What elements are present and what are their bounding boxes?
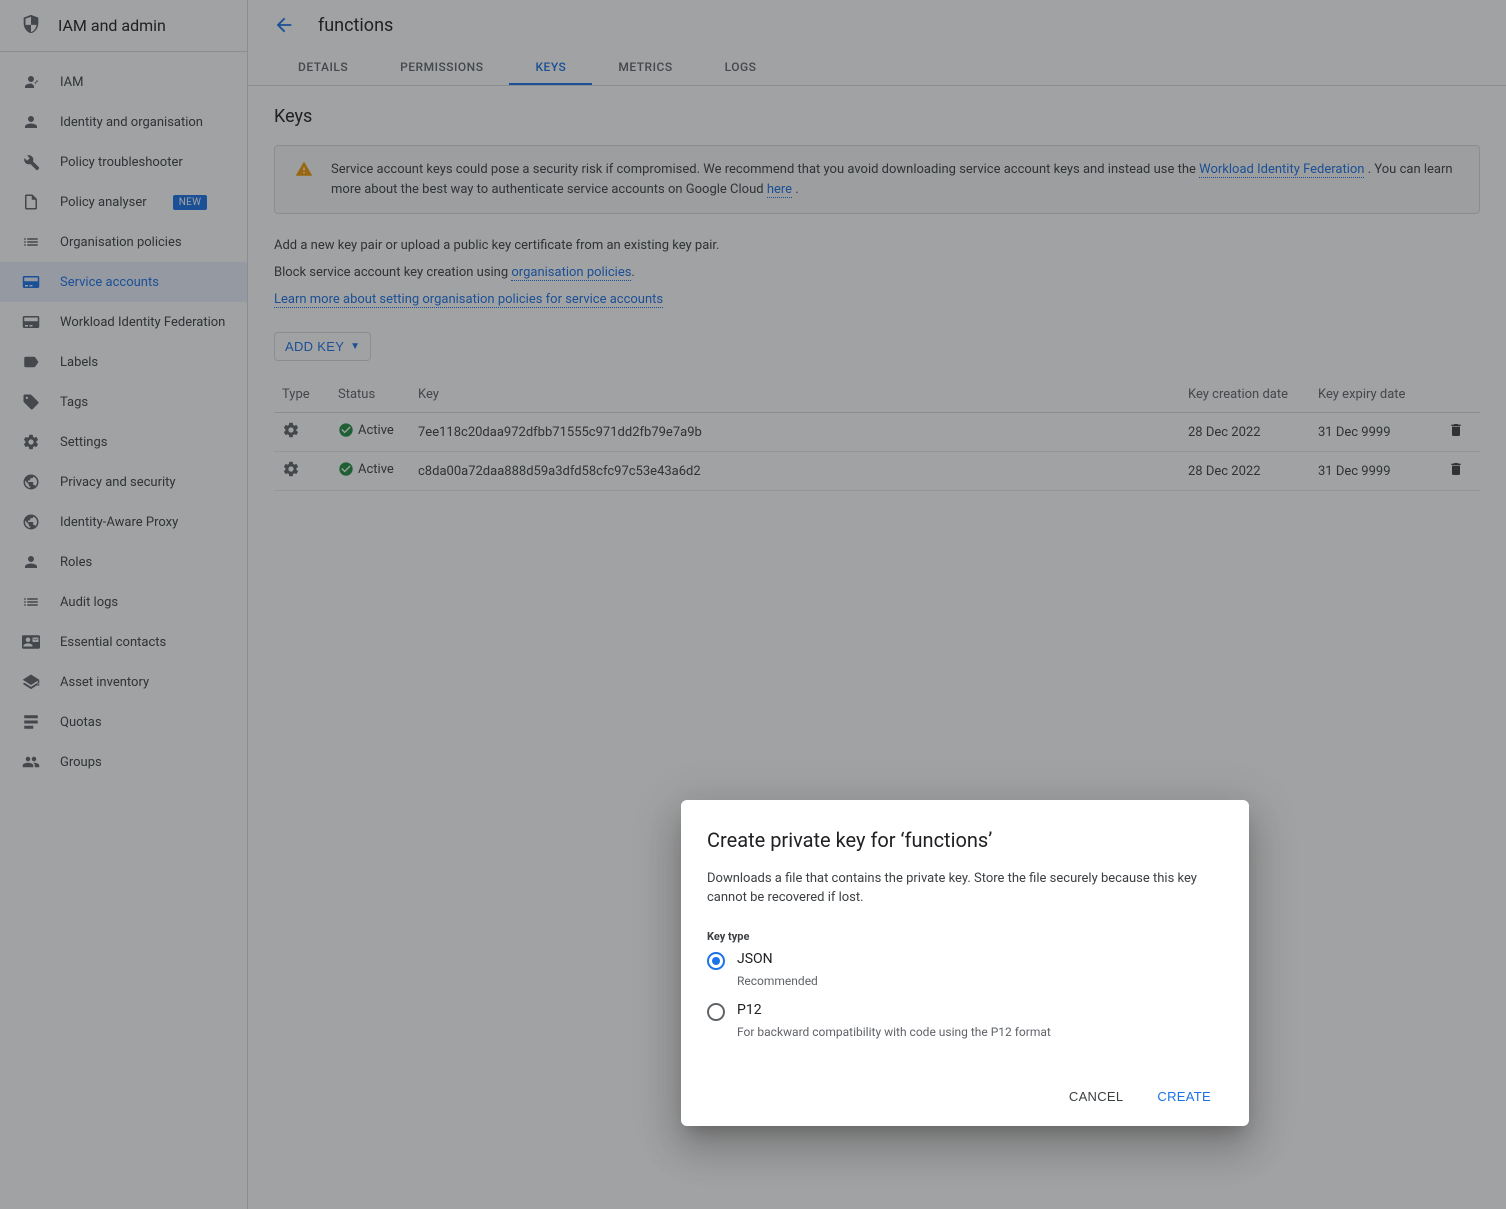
radio-p12-input[interactable] (707, 1003, 725, 1021)
create-key-dialog: Create private key for ‘functions’ Downl… (681, 800, 1249, 1126)
radio-json-sub: Recommended (737, 974, 1223, 988)
radio-json-input[interactable] (707, 952, 725, 970)
dialog-desc: Downloads a file that contains the priva… (707, 870, 1223, 908)
dialog-title: Create private key for ‘functions’ (707, 828, 1223, 852)
radio-p12-label: P12 (737, 1002, 762, 1018)
cancel-button[interactable]: CANCEL (1057, 1081, 1136, 1112)
key-type-label: Key type (707, 930, 1223, 943)
radio-p12[interactable]: P12 (707, 1002, 1223, 1021)
create-button[interactable]: CREATE (1145, 1081, 1223, 1112)
radio-json[interactable]: JSON (707, 951, 1223, 970)
radio-json-label: JSON (737, 951, 773, 967)
radio-p12-sub: For backward compatibility with code usi… (737, 1025, 1223, 1039)
